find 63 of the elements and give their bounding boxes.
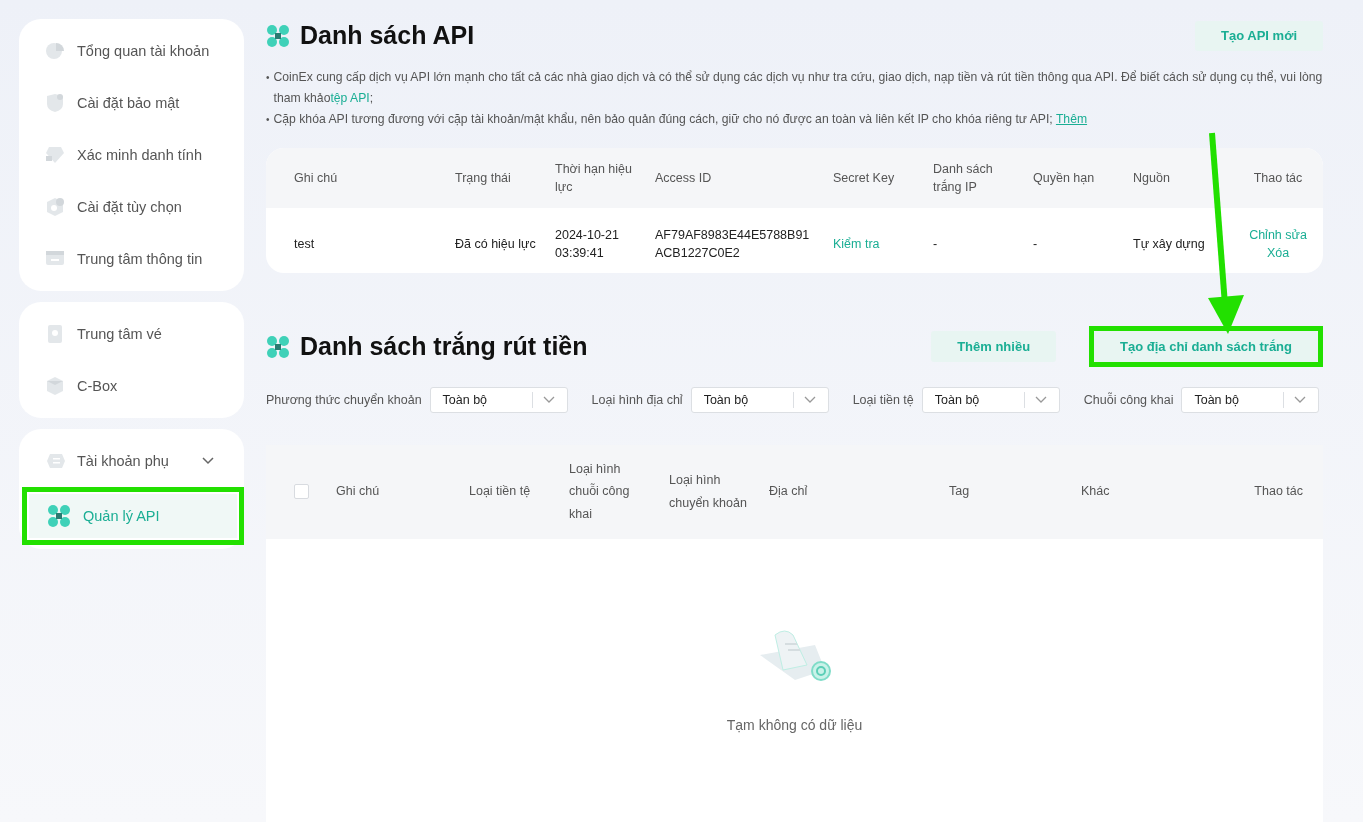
column-header: Nguồn <box>1133 169 1171 187</box>
sidebar-item[interactable]: Cài đặt tùy chọn <box>19 181 240 233</box>
column-header: Access ID <box>655 169 713 187</box>
shield-icon <box>45 93 65 113</box>
sidebar-item[interactable]: Xác minh danh tính <box>19 129 240 181</box>
filter-label: Phương thức chuyển khoản <box>266 392 422 407</box>
filter-dropdown[interactable]: Toàn bộ <box>429 386 568 413</box>
sidebar-item[interactable]: Tổng quan tài khoản <box>19 25 240 77</box>
bullet-mark: • <box>266 112 270 127</box>
section-title: Danh sách trắng rút tiền <box>300 332 589 362</box>
column-header: Danh sách trắng IP <box>933 160 994 196</box>
chevron-down-icon <box>1294 395 1307 404</box>
api-logo-icon <box>266 24 290 48</box>
table-cell-text: Đã có hiệu lực <box>455 235 537 253</box>
column-header: Trạng thái <box>455 169 512 187</box>
bullet-mark: • <box>266 70 270 85</box>
column-header: Loại tiền tệ <box>469 483 532 501</box>
column-header: Ghi chú <box>336 483 381 501</box>
sidebar-item[interactable]: Trung tâm thông tin <box>19 233 240 285</box>
column-header: Địa chỉ <box>769 483 809 501</box>
table-cell-text: test <box>294 235 316 253</box>
filter-label: Loại tiền tệ <box>852 392 914 407</box>
table-cell-text: 2024-10-21 03:39:41 <box>555 226 620 262</box>
gear-icon <box>45 197 65 217</box>
api-logo-icon <box>47 504 71 528</box>
empty-message: Tạm không có dữ liệu <box>726 716 863 733</box>
ticket-icon <box>45 324 65 344</box>
filter-dropdown[interactable]: Toàn bộ <box>690 386 829 413</box>
sidebar-item[interactable]: Trung tâm vé <box>19 308 240 360</box>
column-header: Ghi chú <box>294 169 339 187</box>
column-header: Thao tác <box>1252 169 1304 187</box>
table-cell-text: AF79AF8983E44E5788B91ACB1227C0E2 <box>655 226 811 262</box>
box-icon <box>45 376 65 396</box>
chevron-down-icon <box>803 395 816 404</box>
info-note: Cặp khóa API tương đương với cặp tài khoản/mật khẩu, nên bảo quản đúng cách, giữ cho nó được an toàn và liên kết IP cho khóa riêng tư API; Thêm <box>273 110 1089 128</box>
chevron-down-icon <box>542 395 555 404</box>
column-header: Quyền hạn <box>1033 169 1096 187</box>
table-cell-text: - <box>1033 235 1039 253</box>
sidebar-item[interactable]: C-Box <box>19 360 240 412</box>
filter-label: Chuỗi công khai <box>1083 392 1174 407</box>
table-cell-text: Tự xây dựng <box>1133 235 1206 253</box>
diamond-icon <box>45 145 65 165</box>
column-header: Tag <box>949 483 971 501</box>
sidebar-item[interactable]: Tài khoản phụ <box>19 435 240 487</box>
column-header: Thao tác <box>1253 483 1304 501</box>
filter-dropdown[interactable]: Toàn bộ <box>1181 386 1320 413</box>
chevron-down-icon <box>202 457 214 465</box>
whitelist-logo-icon <box>266 334 290 359</box>
column-header: Secret Key <box>833 169 896 187</box>
select-all-checkbox[interactable] <box>294 484 309 500</box>
column-header: Loại hình chuyển khoản <box>669 472 748 512</box>
list-icon <box>45 451 65 471</box>
column-header: Thời hạn hiệu lực <box>555 160 633 196</box>
table-cell-text: - <box>933 235 939 253</box>
pie-chart-icon <box>45 41 65 61</box>
info-note: CoinEx cung cấp dịch vụ API lớn mạnh cho tất cả các nhà giao dịch và có thể sử dụng các dịch vụ như tra cứu, giao dịch, nạp tiền và rút tiền thông qua API. Để biết cách sử dụng cụ thể, vui lòng tham khảotệp API; <box>273 68 1323 107</box>
filter-dropdown[interactable]: Toàn bộ <box>921 386 1060 413</box>
section-title: Danh sách API <box>300 21 476 51</box>
column-header: Khác <box>1081 483 1111 501</box>
sidebar-item[interactable]: Cài đặt bảo mật <box>19 77 240 129</box>
column-header: Loại hình chuỗi công khai <box>569 460 631 523</box>
filter-label: Loại hình địa chỉ <box>591 392 683 407</box>
chevron-down-icon <box>1034 395 1047 404</box>
